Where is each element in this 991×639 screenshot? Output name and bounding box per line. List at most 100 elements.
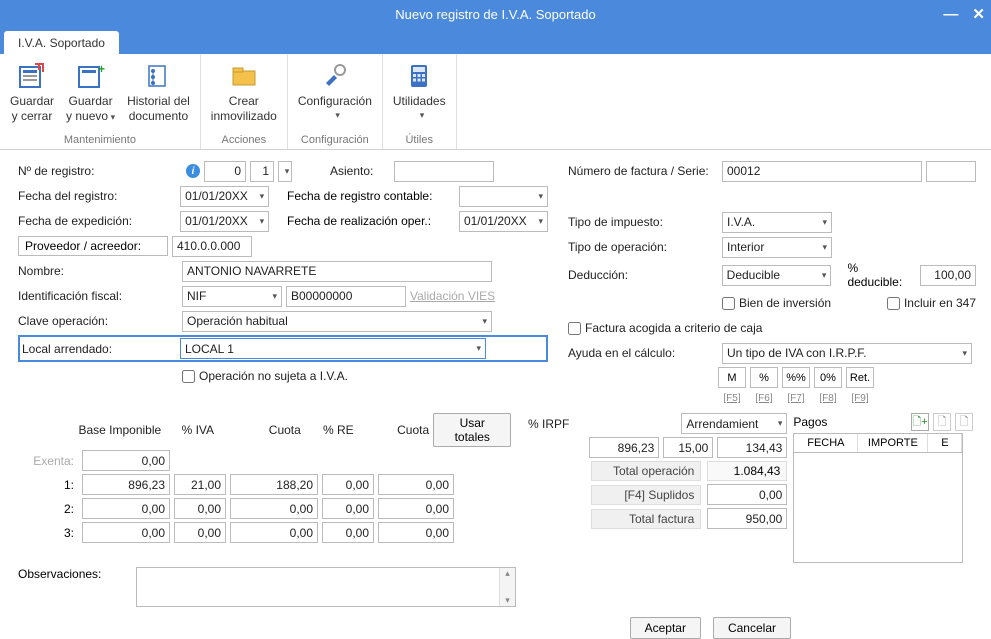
nregistro-a-input[interactable] xyxy=(204,161,246,182)
tab-iva-soportado[interactable]: I.V.A. Soportado xyxy=(4,31,119,54)
ayuda-combo[interactable]: Un tipo de IVA con I.R.P.F.▾ xyxy=(722,343,972,364)
factura-caja-checkbox[interactable]: Factura acogida a criterio de caja xyxy=(568,321,762,335)
pagos-col-importe: IMPORTE xyxy=(858,434,928,452)
pagos-add-icon[interactable]: 🗋+ xyxy=(911,413,929,431)
col-pctiva: % IVA xyxy=(165,423,214,437)
row3-cuota[interactable] xyxy=(230,522,318,543)
minimize-button[interactable]: — xyxy=(943,6,958,23)
row1-pctre[interactable] xyxy=(322,474,374,495)
arrendamiento-combo[interactable]: Arrendamient▾ xyxy=(681,413,787,434)
tipo-imp-label: Tipo de impuesto: xyxy=(568,215,718,229)
calc-m-button[interactable]: M xyxy=(718,367,746,388)
local-combo[interactable]: LOCAL 1▾ xyxy=(180,338,486,359)
col-base: Base Imponible xyxy=(78,423,161,437)
row3-base[interactable] xyxy=(82,522,170,543)
row1-cuota2[interactable] xyxy=(378,474,454,495)
col-pctre: % RE xyxy=(305,423,354,437)
incluir347-checkbox[interactable]: Incluir en 347 xyxy=(887,296,976,310)
irpf-base[interactable] xyxy=(589,437,659,458)
row2-cuota2[interactable] xyxy=(378,498,454,519)
row3-pctre[interactable] xyxy=(322,522,374,543)
deduccion-combo[interactable]: Deducible▾ xyxy=(722,265,832,286)
irpf-cuota[interactable] xyxy=(717,437,787,458)
row2-pctre[interactable] xyxy=(322,498,374,519)
nregistro-dropdown[interactable]: ▾ xyxy=(278,161,292,182)
usar-totales-button[interactable]: Usar totales xyxy=(433,413,511,447)
exenta-input xyxy=(82,450,170,471)
pct-ded-input[interactable] xyxy=(920,265,976,286)
col-pctirpf: % IRPF xyxy=(517,417,569,431)
proveedor-label-box[interactable]: Proveedor / acreedor: xyxy=(18,236,168,256)
pagos-edit-icon[interactable]: 🗋 xyxy=(933,413,951,431)
row2-cuota[interactable] xyxy=(230,498,318,519)
calc-pct-button[interactable]: % xyxy=(750,367,778,388)
idfiscal-tipo-combo[interactable]: NIF▾ xyxy=(182,286,282,307)
calc-key-f5: [F5] xyxy=(718,393,746,404)
local-label: Local arrendado: xyxy=(22,342,176,356)
irpf-pct[interactable] xyxy=(663,437,713,458)
scroll-down-icon[interactable]: ▾ xyxy=(500,595,515,606)
aceptar-button[interactable]: Aceptar xyxy=(630,617,701,639)
configuracion-button[interactable]: Configuración xyxy=(292,56,378,132)
nfact-input[interactable] xyxy=(722,161,922,182)
fecha-reg-combo[interactable]: 01/01/20XX▾ xyxy=(180,186,269,207)
total-op-label: Total operación xyxy=(591,461,701,481)
row3-cuota2[interactable] xyxy=(378,522,454,543)
nombre-input[interactable] xyxy=(182,261,492,282)
bien-inv-checkbox[interactable]: Bien de inversión xyxy=(722,296,831,310)
tipo-imp-combo[interactable]: I.V.A.▾ xyxy=(722,212,832,233)
row2-base[interactable] xyxy=(82,498,170,519)
tipo-op-combo[interactable]: Interior▾ xyxy=(722,237,832,258)
info-icon[interactable]: i xyxy=(186,164,200,178)
suplidos-input[interactable] xyxy=(707,484,787,505)
fecha-real-combo[interactable]: 01/01/20XX▾ xyxy=(459,211,548,232)
no-sujeta-checkbox[interactable]: Operación no sujeta a I.V.A. xyxy=(182,369,348,383)
guardar-cerrar-button[interactable]: Guardary cerrar xyxy=(4,56,60,132)
fecha-exp-combo[interactable]: 01/01/20XX▾ xyxy=(180,211,269,232)
row3-pctiva[interactable] xyxy=(174,522,226,543)
idfiscal-num-input[interactable] xyxy=(286,286,406,307)
window-title: Nuevo registro de I.V.A. Soportado xyxy=(395,7,595,22)
asiento-input xyxy=(394,161,494,182)
calc-key-f8: [F8] xyxy=(814,393,842,404)
cancelar-button[interactable]: Cancelar xyxy=(713,617,791,639)
calc-key-f6: [F6] xyxy=(750,393,778,404)
obs-textarea[interactable]: ▴▾ xyxy=(136,567,516,607)
calc-key-f7: [F7] xyxy=(782,393,810,404)
vies-link[interactable]: Validación VIES xyxy=(410,289,495,303)
ayuda-label: Ayuda en el cálculo: xyxy=(568,346,718,360)
nregistro-b-input[interactable] xyxy=(250,161,274,182)
calc-ret-button[interactable]: Ret. xyxy=(846,367,874,388)
pagos-del-icon[interactable]: 🗋 xyxy=(955,413,973,431)
asiento-label: Asiento: xyxy=(330,164,390,178)
row1-pctiva[interactable] xyxy=(174,474,226,495)
suplidos-label[interactable]: [F4] Suplidos xyxy=(591,485,701,505)
guardar-nuevo-button[interactable]: + Guardary nuevo xyxy=(60,56,121,132)
historial-documento-button[interactable]: Historial deldocumento xyxy=(121,56,196,132)
fecha-reg-cont-combo[interactable]: ▾ xyxy=(459,186,548,207)
idfiscal-label: Identificación fiscal: xyxy=(18,289,178,303)
nombre-label: Nombre: xyxy=(18,264,178,278)
utilidades-button[interactable]: Utilidades xyxy=(387,56,452,132)
proveedor-input[interactable] xyxy=(172,236,252,257)
tools-icon xyxy=(319,60,351,92)
close-button[interactable]: ✕ xyxy=(972,5,985,23)
tipo-op-label: Tipo de operación: xyxy=(568,240,718,254)
crear-inmovilizado-button[interactable]: Crearinmovilizado xyxy=(205,56,283,132)
row2-pctiva[interactable] xyxy=(174,498,226,519)
calc-0pct-button[interactable]: 0% xyxy=(814,367,842,388)
svg-text:+: + xyxy=(98,62,105,76)
pagos-grid[interactable]: FECHA IMPORTE E xyxy=(793,433,963,563)
fecha-real-label: Fecha de realización oper.: xyxy=(287,214,455,228)
row2-label: 2: xyxy=(18,502,78,516)
row1-base[interactable] xyxy=(82,474,170,495)
pagos-col-fecha: FECHA xyxy=(794,434,858,452)
total-fact-input[interactable] xyxy=(707,508,787,529)
clave-combo[interactable]: Operación habitual▾ xyxy=(182,311,492,332)
pct-ded-label: % deducible: xyxy=(847,261,916,289)
row1-cuota[interactable] xyxy=(230,474,318,495)
nfact-serie-input[interactable] xyxy=(926,161,976,182)
fecha-reg-label: Fecha del registro: xyxy=(18,189,176,203)
scroll-up-icon[interactable]: ▴ xyxy=(500,568,515,579)
calc-pctpct-button[interactable]: %% xyxy=(782,367,810,388)
